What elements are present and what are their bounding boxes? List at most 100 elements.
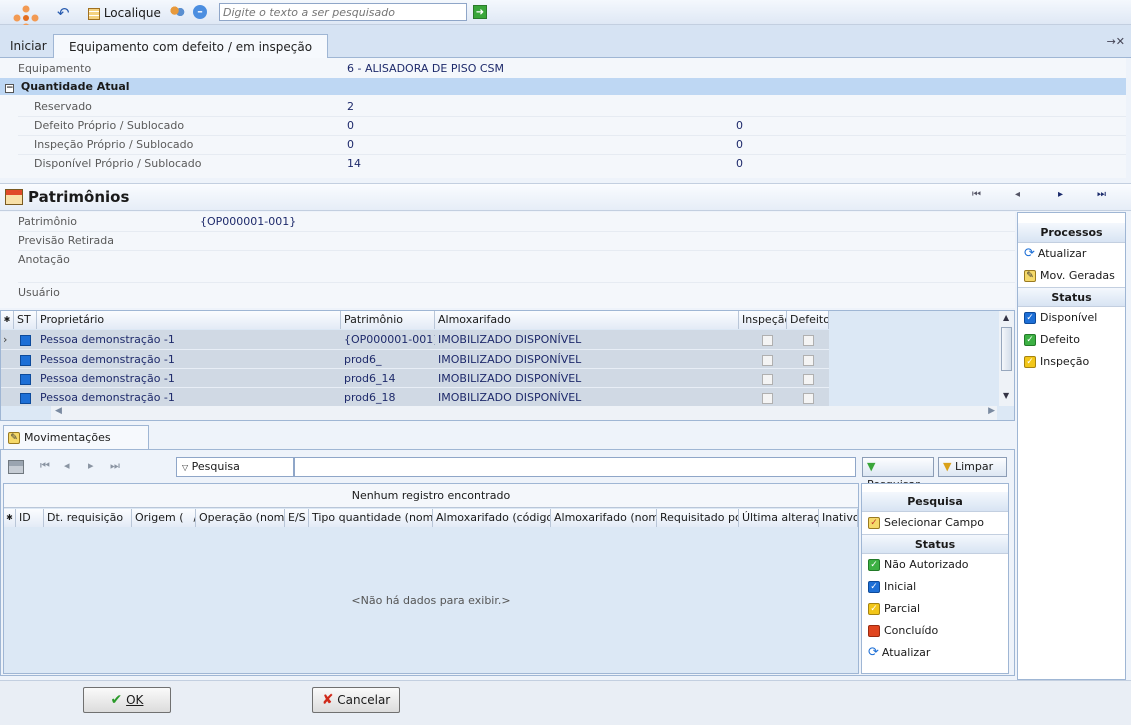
- cell-almoxarifado: IMOBILIZADO DISPONÍVEL: [438, 391, 582, 404]
- defeito-checkbox[interactable]: [803, 354, 814, 366]
- prev-record-icon[interactable]: ◂: [1015, 189, 1020, 200]
- table-row[interactable]: › Pessoa demonstração -1 {OP000001-001} …: [1, 330, 829, 349]
- close-tab-icon[interactable]: →✕: [1107, 35, 1125, 48]
- ok-button[interactable]: ✔ OK: [83, 687, 171, 713]
- vertical-scrollbar[interactable]: ▲ ▼: [999, 311, 1014, 406]
- col-almox-codigo[interactable]: Almoxarifado (código): [433, 509, 551, 527]
- horizontal-scrollbar[interactable]: ◀ ▶: [51, 406, 997, 420]
- defeito-checkbox[interactable]: [803, 334, 814, 346]
- inspecao-checkbox[interactable]: [762, 334, 773, 346]
- green-check-icon: ✓: [868, 559, 880, 571]
- status-inspecao[interactable]: ✓ Inspeção: [1018, 351, 1125, 373]
- cell-owner: Pessoa demonstração -1: [40, 353, 175, 366]
- scroll-down-icon[interactable]: ▼: [1003, 391, 1009, 400]
- quantity-title: Quantidade Atual: [20, 80, 130, 93]
- cell-owner: Pessoa demonstração -1: [40, 391, 175, 404]
- atualizar-action[interactable]: ⟳ Atualizar: [1018, 243, 1125, 265]
- mov-search-input[interactable]: [294, 457, 856, 477]
- col-operacao[interactable]: Operação (nome): [196, 509, 285, 527]
- cancel-button[interactable]: ✘ Cancelar: [312, 687, 400, 713]
- movimentacoes-tab[interactable]: ✎Movimentações Geradas: [3, 425, 149, 467]
- col-dt-requisicao[interactable]: Dt. requisição: [44, 509, 132, 527]
- last-page-icon[interactable]: ⏭: [110, 459, 120, 473]
- table-row[interactable]: Pessoa demonstração -1 prod6_18 IMOBILIZ…: [1, 387, 829, 406]
- users-icon[interactable]: [169, 5, 185, 19]
- scroll-thumb[interactable]: [1001, 327, 1012, 371]
- patrimonios-grid: ✱ ST Proprietário Patrimônio Almoxarifad…: [0, 310, 1015, 421]
- col-defeito[interactable]: Defeito: [787, 311, 829, 329]
- scroll-up-icon[interactable]: ▲: [1003, 313, 1009, 322]
- refresh-icon: ⟳: [1024, 246, 1035, 261]
- prev-page-icon[interactable]: ◂: [64, 459, 70, 472]
- minus-icon[interactable]: –: [193, 5, 207, 19]
- first-page-icon[interactable]: ⏮: [40, 459, 50, 473]
- field-patrimonio-label: Patrimônio: [18, 215, 77, 228]
- qty-label-defeito: Defeito Próprio / Sublocado: [34, 119, 185, 132]
- next-record-icon[interactable]: ▸: [1058, 189, 1063, 200]
- first-record-icon[interactable]: ⏮: [972, 189, 981, 200]
- green-check-icon: ✓: [1024, 334, 1036, 346]
- status-inicial[interactable]: ✓ Inicial: [862, 576, 1008, 598]
- col-origem[interactable]: Origem (/: [132, 509, 196, 527]
- status-parcial[interactable]: ✓ Parcial: [862, 598, 1008, 620]
- selecionar-campo-action[interactable]: ✓ Selecionar Campo: [862, 512, 1008, 534]
- defeito-checkbox[interactable]: [803, 392, 814, 404]
- col-patrimonio[interactable]: Patrimônio: [341, 311, 435, 329]
- mov-atualizar-action[interactable]: ⟳ Atualizar: [862, 642, 1008, 664]
- print-icon[interactable]: [8, 460, 24, 474]
- tab-equipment-defect[interactable]: Equipamento com defeito / em inspeção: [53, 34, 328, 58]
- status-nao-autorizado[interactable]: ✓ Não Autorizado: [862, 554, 1008, 576]
- status-square-icon: [20, 354, 31, 366]
- select-field-icon: ✓: [868, 517, 880, 529]
- scroll-right-icon[interactable]: ▶: [988, 406, 995, 416]
- cell-patrimonio: prod6_14: [344, 372, 396, 385]
- qty-own-reservado: 2: [347, 100, 354, 113]
- collapse-icon[interactable]: −: [5, 84, 14, 93]
- col-inativo[interactable]: Inativo: [819, 509, 858, 527]
- document-link-icon: ✎: [1024, 270, 1036, 282]
- col-almoxarifado[interactable]: Almoxarifado: [435, 311, 739, 329]
- last-record-icon[interactable]: ⏭: [1097, 189, 1106, 200]
- inspecao-checkbox[interactable]: [762, 392, 773, 404]
- row-indicator-icon: ›: [3, 333, 8, 346]
- col-ultima-alteracao[interactable]: Última alteração: [739, 509, 819, 527]
- table-row[interactable]: Pessoa demonstração -1 prod6_14 IMOBILIZ…: [1, 368, 829, 387]
- status-concluido[interactable]: Concluído: [862, 620, 1008, 642]
- yellow-check-icon: ✓: [868, 603, 880, 615]
- status-defeito[interactable]: ✓ Defeito: [1018, 329, 1125, 351]
- pesquisar-button[interactable]: ▼ Pesquisar: [862, 457, 934, 491]
- tab-iniciar[interactable]: Iniciar: [2, 34, 55, 58]
- undo-icon[interactable]: ↶: [57, 4, 70, 22]
- locate-button[interactable]: Localique: [88, 5, 161, 21]
- limpar-button[interactable]: ▼ Limpar: [938, 457, 1007, 477]
- status-title: Status: [1018, 287, 1125, 307]
- col-es[interactable]: E/S: [285, 509, 309, 527]
- yellow-check-icon: ✓: [1024, 356, 1036, 368]
- col-inspecao[interactable]: Inspeção: [739, 311, 787, 329]
- col-id[interactable]: ID: [16, 509, 44, 527]
- patrimonios-header: Patrimônios: [0, 183, 1131, 211]
- go-arrow-icon[interactable]: ➜: [473, 5, 487, 19]
- equipment-value: 6 - ALISADORA DE PISO CSM: [347, 62, 505, 75]
- processos-title: Processos: [1018, 223, 1125, 243]
- next-page-icon[interactable]: ▸: [88, 459, 94, 472]
- search-combo[interactable]: ▽ Pesquisa: [176, 457, 294, 477]
- col-almox-nome[interactable]: Almoxarifado (nome): [551, 509, 657, 527]
- field-previsao-label: Previsão Retirada: [18, 234, 115, 247]
- col-requisitado[interactable]: Requisitado por: [657, 509, 739, 527]
- inspecao-checkbox[interactable]: [762, 354, 773, 366]
- table-row[interactable]: Pessoa demonstração -1 prod6_ IMOBILIZAD…: [1, 349, 829, 368]
- qty-own-defeito: 0: [347, 119, 354, 132]
- inspecao-checkbox[interactable]: [762, 373, 773, 385]
- status-square-icon: [20, 334, 31, 346]
- mov-geradas-action[interactable]: ✎ Mov. Geradas: [1018, 265, 1125, 287]
- col-proprietario[interactable]: Proprietário: [37, 311, 341, 329]
- scroll-left-icon[interactable]: ◀: [55, 406, 62, 416]
- col-tipo-quantidade[interactable]: Tipo quantidade (nome): [309, 509, 433, 527]
- col-st[interactable]: ST: [14, 311, 37, 329]
- red-square-icon: [868, 625, 880, 637]
- global-search-input[interactable]: [219, 3, 467, 21]
- defeito-checkbox[interactable]: [803, 373, 814, 385]
- status-disponivel[interactable]: ✓ Disponível: [1018, 307, 1125, 329]
- qty-label-inspecao: Inspeção Próprio / Sublocado: [34, 138, 194, 151]
